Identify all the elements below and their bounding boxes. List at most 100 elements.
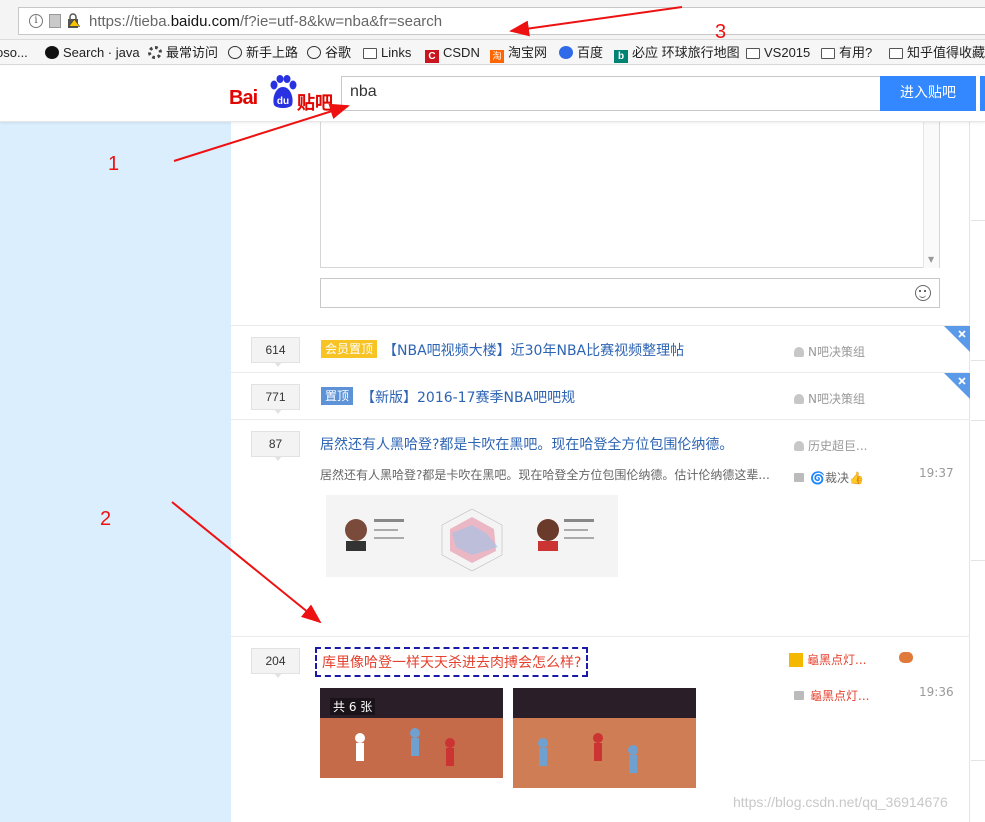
url-suffix: /f?ie=utf-8&kw=nba&fr=search: [239, 13, 443, 30]
last-reply-author[interactable]: 🌀裁决👍: [794, 469, 864, 486]
thread-author[interactable]: 历史超巨...: [794, 437, 867, 454]
reply-time: 19:37: [919, 466, 954, 480]
search-input[interactable]: nba: [341, 76, 881, 111]
member-pinned-badge: 会员置顶: [321, 340, 378, 358]
annotation-number-3: 3: [715, 21, 727, 43]
divider: [971, 760, 985, 761]
thread-excerpt: 居然还有人黑哈登?都是卡吹在黑吧。现在哈登全方位包围伦纳德。估计伦纳德这辈...: [320, 468, 770, 482]
thread-title-link[interactable]: 居然还有人黑哈登?都是卡吹在黑吧。现在哈登全方位包围伦纳德。: [320, 434, 733, 454]
search-button-edge: [980, 76, 985, 111]
page-icon: [49, 14, 61, 28]
bookmark-label: 新手上路: [246, 45, 299, 60]
pinned-badge: 置顶: [321, 387, 354, 405]
post-title-input[interactable]: [320, 278, 940, 308]
url-domain: baidu.com: [170, 13, 240, 30]
close-corner-icon[interactable]: [944, 326, 970, 352]
close-corner-icon[interactable]: [944, 373, 970, 399]
user-icon: [794, 394, 804, 404]
bookmark-item[interactable]: 有用?: [821, 44, 872, 61]
thread-author[interactable]: N吧决策组: [794, 390, 865, 407]
globe-icon: [228, 46, 242, 59]
thread-author[interactable]: 龜黑点灯...: [789, 651, 866, 668]
last-reply-author[interactable]: 龜黑点灯...: [794, 687, 869, 704]
author-name: N吧决策组: [808, 345, 865, 359]
lock-warning-icon[interactable]: [67, 13, 81, 29]
divider: [971, 420, 985, 421]
github-icon: [45, 46, 59, 59]
bookmark-label: oso...: [0, 45, 28, 60]
reply-count: 87: [251, 431, 300, 461]
bookmark-item[interactable]: 谷歌: [307, 44, 351, 61]
thread-image-basketball-2[interactable]: [513, 688, 696, 788]
thread-image-radar-chart[interactable]: [326, 495, 618, 577]
comment-icon: [794, 473, 804, 482]
taobao-icon: 淘: [490, 50, 504, 63]
bookmark-label: 百度: [577, 45, 604, 60]
folder-icon: [363, 48, 377, 59]
bookmark-item[interactable]: 百度: [559, 44, 603, 61]
logo-bai: Bai: [229, 87, 258, 109]
chevron-down-icon[interactable]: ▼: [928, 255, 934, 264]
bookmark-item[interactable]: oso...: [0, 44, 28, 61]
author-name: N吧决策组: [808, 392, 865, 406]
emoji-icon[interactable]: [915, 285, 931, 301]
bookmark-label: 知乎值得收藏的: [907, 45, 985, 60]
bing-icon: b: [614, 50, 628, 63]
thread-title-link[interactable]: 【新版】2016-17赛季NBA吧吧规: [361, 387, 575, 407]
hand-icon: 👍: [848, 471, 864, 485]
editor-scrollbar[interactable]: ▼: [923, 122, 939, 268]
author-name: 龜黑点灯...: [807, 653, 867, 667]
bookmark-item[interactable]: 新手上路: [228, 44, 298, 61]
bookmark-label: CSDN: [443, 45, 480, 60]
gear-icon: [148, 46, 162, 59]
logo-du: du: [277, 96, 289, 107]
bookmark-label: 有用?: [839, 45, 873, 60]
thread-title-link[interactable]: 【NBA吧视频大楼】近30年NBA比赛视频整理帖: [383, 340, 684, 360]
comment-icon: [794, 691, 804, 700]
annotation-number-2: 2: [100, 508, 112, 530]
reply-author-name: 裁决: [824, 471, 849, 485]
bookmark-item[interactable]: Search · java: [45, 44, 140, 61]
divider: [971, 560, 985, 561]
thread-row: 87 居然还有人黑哈登?都是卡吹在黑吧。现在哈登全方位包围伦纳德。 历史超巨..…: [231, 419, 970, 636]
post-editor-area[interactable]: ▼: [320, 122, 940, 268]
reply-count: 771: [251, 384, 300, 414]
enter-forum-button[interactable]: 进入贴吧: [880, 76, 976, 111]
thread-row: 614 会员置顶 【NBA吧视频大楼】近30年NBA比赛视频整理帖 N吧决策组: [231, 325, 970, 372]
info-icon[interactable]: i: [29, 14, 43, 28]
page-background-right: [971, 122, 985, 822]
bookmark-label: Links: [381, 45, 412, 60]
bookmark-item[interactable]: Links: [363, 44, 411, 61]
crown-icon: [789, 653, 803, 667]
author-name: 历史超巨...: [808, 439, 868, 453]
bookmark-label: 必应 环球旅行地图: [632, 45, 740, 60]
csdn-icon: C: [425, 50, 439, 63]
reply-count: 614: [251, 337, 300, 367]
baidu-tieba-logo[interactable]: Bai du 贴吧: [229, 75, 337, 114]
bookmark-item[interactable]: VS2015: [746, 44, 810, 61]
user-icon: [794, 441, 804, 451]
annotation-number-1: 1: [108, 153, 120, 175]
bookmarks-bar: oso... Search · java 最常访问 新手上路 谷歌 Links …: [0, 40, 985, 65]
address-bar[interactable]: i https://tieba.baidu.com/f?ie=utf-8&kw=…: [18, 7, 985, 35]
browser-toolbar: i https://tieba.baidu.com/f?ie=utf-8&kw=…: [0, 0, 985, 40]
bookmark-item[interactable]: 淘淘宝网: [490, 44, 548, 63]
bookmark-label: VS2015: [764, 45, 811, 60]
bookmark-item[interactable]: 最常访问: [148, 44, 218, 61]
bookmark-label: Search · java: [63, 45, 140, 60]
gamepad-icon: [899, 652, 913, 663]
image-count-badge: 共 6 张: [330, 698, 376, 715]
bookmark-item[interactable]: C CSDN: [425, 44, 480, 63]
bookmark-label: 最常访问: [166, 45, 219, 60]
thread-title-link[interactable]: 库里像哈登一样天天杀进去肉搏会怎么样?: [314, 647, 589, 677]
bookmark-label: 淘宝网: [508, 45, 548, 60]
bookmark-item[interactable]: b 必应 环球旅行地图: [614, 44, 740, 63]
bookmark-item[interactable]: 知乎值得收藏的: [889, 44, 985, 61]
baidu-paw-icon: du: [270, 75, 297, 108]
divider: [971, 220, 985, 221]
folder-icon: [821, 48, 835, 59]
page-background-left: [0, 122, 231, 822]
url-prefix: https://tieba.: [89, 13, 171, 30]
url-text[interactable]: https://tieba.baidu.com/f?ie=utf-8&kw=nb…: [89, 13, 442, 30]
thread-author[interactable]: N吧决策组: [794, 343, 865, 360]
